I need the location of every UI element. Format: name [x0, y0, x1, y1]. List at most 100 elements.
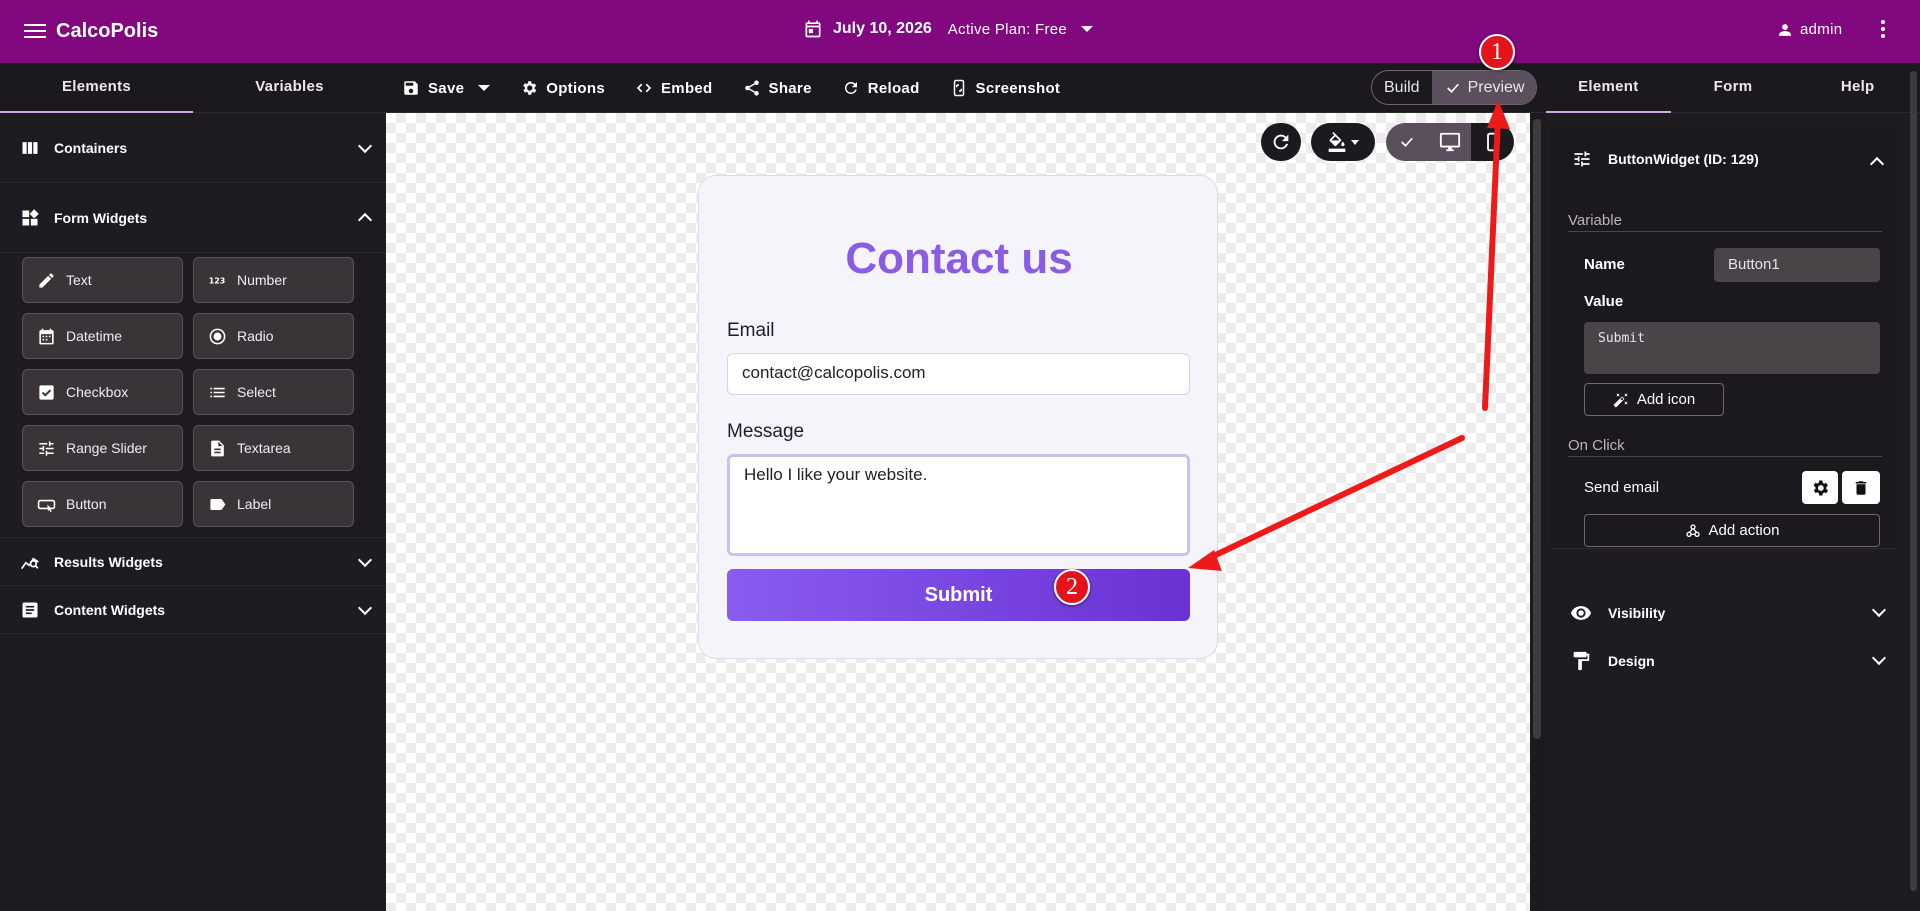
- widget-label: Select: [237, 384, 276, 400]
- chevron-up-icon[interactable]: [357, 212, 373, 228]
- form-widgets-label: Form Widgets: [54, 209, 148, 226]
- chevron-up-icon[interactable]: [1869, 156, 1885, 172]
- calendar-icon: [805, 20, 821, 38]
- results-widgets-section[interactable]: Results Widgets: [0, 538, 386, 586]
- content-widgets-section[interactable]: Content Widgets: [0, 586, 386, 634]
- share-icon: [744, 80, 759, 96]
- chevron-down-icon[interactable]: [1871, 602, 1887, 618]
- widget-label: Range Slider: [66, 440, 147, 456]
- preview-mode-button[interactable]: Preview: [1431, 71, 1537, 104]
- panel-scrollbar[interactable]: [1906, 63, 1920, 911]
- form-widget-grid: Text 123 Number Datetime Radio Checkbox …: [0, 253, 386, 538]
- action-send-email-label: Send email: [1584, 479, 1660, 496]
- add-action-button[interactable]: Add action: [1584, 514, 1880, 547]
- add-icon-button[interactable]: Add icon: [1584, 383, 1724, 416]
- results-widgets-label: Results Widgets: [54, 553, 163, 570]
- hamburger-menu-icon[interactable]: [24, 20, 46, 42]
- tab-form[interactable]: Form: [1671, 63, 1796, 113]
- pencil-icon: [39, 272, 54, 288]
- elements-sidebar: Containers Form Widgets Text 123 Number …: [0, 113, 386, 911]
- phone-screenshot-icon: [953, 79, 964, 97]
- mobile-icon: [1486, 132, 1499, 152]
- svg-text:123: 123: [209, 276, 226, 285]
- refresh-icon: [1273, 134, 1289, 150]
- viewport-desktop-button[interactable]: [1428, 123, 1472, 161]
- save-button[interactable]: Save: [402, 79, 491, 97]
- reload-button[interactable]: Reload: [842, 79, 920, 97]
- widget-datetime-button[interactable]: Datetime: [22, 313, 183, 359]
- visibility-section[interactable]: Visibility: [1546, 589, 1920, 637]
- widget-label: Number: [237, 272, 287, 288]
- embed-button[interactable]: Embed: [635, 79, 713, 97]
- refresh-preview-button[interactable]: [1261, 123, 1301, 161]
- list-icon: [210, 387, 225, 397]
- viewport-mobile-button[interactable]: [1471, 123, 1514, 161]
- action-settings-button[interactable]: [1802, 471, 1838, 504]
- app-brand[interactable]: CalcoPolis: [56, 20, 158, 43]
- tab-elements[interactable]: Elements: [0, 63, 193, 113]
- widget-header[interactable]: ButtonWidget (ID: 129): [1572, 149, 1759, 169]
- save-label: Save: [428, 79, 465, 97]
- left-tabs: Elements Variables: [0, 63, 386, 113]
- form-widgets-section[interactable]: Form Widgets: [0, 183, 386, 253]
- chevron-down-icon[interactable]: [357, 138, 373, 154]
- sliders-icon: [39, 440, 54, 456]
- chevron-down-icon[interactable]: [478, 85, 491, 91]
- editor-tools: Save Options Embed Share Reload Screensh…: [402, 63, 1060, 113]
- widget-checkbox-button[interactable]: Checkbox: [22, 369, 183, 415]
- scrollbar-thumb[interactable]: [1533, 119, 1541, 739]
- number-icon: 123: [209, 276, 226, 285]
- share-button[interactable]: Share: [743, 79, 812, 97]
- active-plan[interactable]: Active Plan: Free: [948, 21, 1067, 38]
- tab-help[interactable]: Help: [1795, 63, 1920, 113]
- submit-button[interactable]: Submit: [727, 569, 1190, 621]
- background-color-button[interactable]: [1311, 123, 1375, 161]
- username: admin: [1800, 21, 1843, 38]
- share-label: Share: [768, 79, 812, 97]
- widget-label: Button: [66, 496, 107, 512]
- widget-label: Radio: [237, 328, 274, 344]
- chevron-down-icon[interactable]: [1871, 650, 1887, 666]
- variable-value-field[interactable]: Submit: [1584, 322, 1880, 374]
- widget-textarea-button[interactable]: Textarea: [193, 425, 354, 471]
- chevron-down-icon: [1351, 139, 1359, 145]
- widget-number-button[interactable]: 123 Number: [193, 257, 354, 303]
- canvas-scrollbar[interactable]: [1530, 113, 1546, 911]
- variable-name-field[interactable]: Button1: [1714, 248, 1880, 282]
- check-icon: [1401, 137, 1414, 147]
- widget-button-button[interactable]: Button: [22, 481, 183, 527]
- widgets-icon: [22, 208, 39, 225]
- action-delete-button[interactable]: [1842, 471, 1880, 504]
- scrollbar-thumb[interactable]: [1910, 71, 1917, 891]
- query-stats-icon: [20, 556, 39, 569]
- widget-text-button[interactable]: Text: [22, 257, 183, 303]
- screenshot-button[interactable]: Screenshot: [950, 79, 1061, 97]
- viewport-auto-button[interactable]: [1386, 123, 1429, 161]
- content-widgets-label: Content Widgets: [54, 601, 166, 618]
- containers-section[interactable]: Containers: [0, 113, 386, 183]
- webhook-icon: [1685, 523, 1700, 537]
- widget-radio-button[interactable]: Radio: [193, 313, 354, 359]
- build-mode-button[interactable]: Build: [1372, 71, 1432, 104]
- reload-label: Reload: [867, 79, 920, 97]
- email-field[interactable]: contact@calcopolis.com: [727, 353, 1190, 395]
- more-vert-icon[interactable]: [1880, 20, 1886, 41]
- chevron-down-icon[interactable]: [357, 552, 373, 568]
- preview-label: Preview: [1467, 79, 1525, 96]
- document-icon: [211, 440, 224, 456]
- widget-label: Text: [66, 272, 92, 288]
- gear-icon: [523, 81, 537, 95]
- tab-variables[interactable]: Variables: [193, 63, 386, 113]
- chevron-down-icon[interactable]: [1081, 26, 1094, 32]
- chevron-down-icon[interactable]: [357, 600, 373, 616]
- design-section[interactable]: Design: [1546, 637, 1920, 685]
- widget-label: Textarea: [237, 440, 291, 456]
- widget-select-button[interactable]: Select: [193, 369, 354, 415]
- widget-range-slider-button[interactable]: Range Slider: [22, 425, 183, 471]
- message-textarea[interactable]: Hello I like your website.: [727, 454, 1190, 556]
- options-button[interactable]: Options: [520, 79, 605, 97]
- screenshot-label: Screenshot: [975, 79, 1061, 97]
- tab-element[interactable]: Element: [1546, 63, 1671, 113]
- user-menu[interactable]: admin: [1778, 21, 1842, 38]
- widget-label-button[interactable]: Label: [193, 481, 354, 527]
